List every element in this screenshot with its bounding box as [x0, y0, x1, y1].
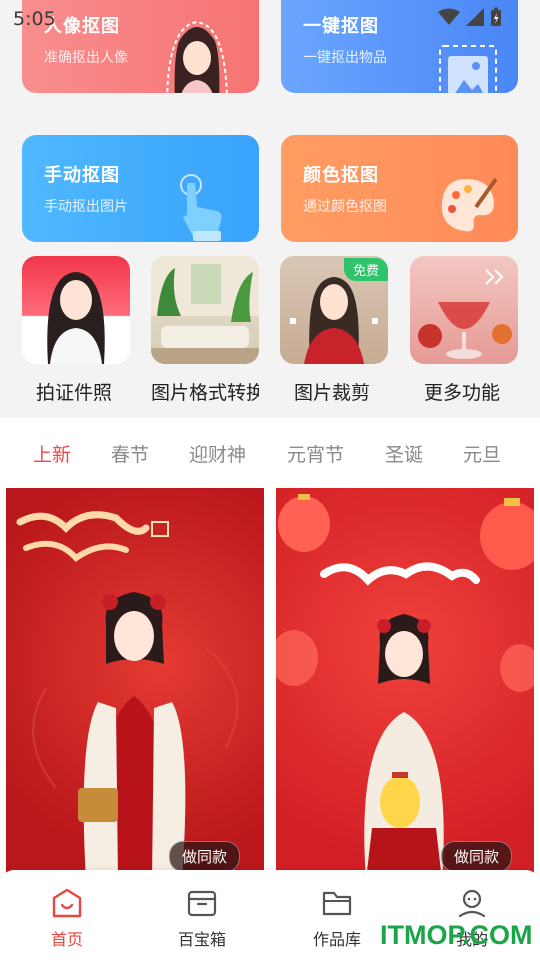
tab-spring-festival[interactable]: 春节 — [111, 440, 149, 467]
hand-pointer-icon — [180, 174, 222, 241]
card-manual-cutout[interactable]: 手动抠图 手动抠出图片 — [22, 135, 259, 242]
portrait-image — [47, 272, 105, 364]
status-time: 5:05 — [13, 8, 56, 30]
feature-label: 图片格式转换 — [151, 382, 259, 404]
battery-icon — [491, 7, 501, 26]
watermark: ITMOP.COM — [380, 920, 533, 950]
card-color-cutout[interactable]: 颜色抠图 通过颜色抠图 — [281, 135, 518, 242]
toolbox-icon — [162, 886, 242, 920]
folder-icon — [297, 886, 377, 920]
tab-new-year[interactable]: 元旦 — [463, 440, 501, 467]
nav-label: 作品库 — [312, 930, 361, 949]
room-image — [151, 256, 259, 364]
feature-crop[interactable]: 免费 图片裁剪 — [280, 256, 388, 404]
wifi-icon — [438, 8, 460, 25]
feature-label: 拍证件照 — [36, 382, 113, 404]
make-same-button[interactable]: 做同款 — [168, 841, 240, 872]
id-photo-thumbnail — [22, 256, 130, 364]
format-convert-thumbnail — [151, 256, 259, 364]
template-card[interactable]: 做同款 — [276, 488, 534, 880]
card-subtitle: 一键抠出物品 — [303, 50, 387, 66]
chevron-right-icon — [485, 269, 504, 285]
profile-icon — [432, 886, 512, 920]
feature-label: 图片裁剪 — [294, 382, 371, 404]
tab-lantern-festival[interactable]: 元宵节 — [287, 440, 344, 467]
crop-thumbnail: 免费 — [280, 256, 388, 364]
feature-id-photo[interactable]: 拍证件照 — [22, 256, 130, 404]
make-same-button[interactable]: 做同款 — [440, 841, 512, 872]
card-subtitle: 通过颜色抠图 — [303, 199, 387, 215]
feature-label: 更多功能 — [424, 382, 501, 404]
nav-works[interactable]: 作品库 — [297, 886, 377, 950]
feature-more[interactable]: 更多功能 — [410, 256, 518, 404]
image-cutout-icon — [439, 45, 497, 93]
template-image — [16, 511, 239, 880]
tab-new[interactable]: 上新 — [33, 440, 71, 467]
status-icons — [438, 7, 502, 27]
template-card[interactable]: 做同款 — [6, 488, 264, 880]
tab-fortune-god[interactable]: 迎财神 — [189, 440, 246, 467]
status-bar: 5:05 — [0, 0, 540, 36]
category-tabs: 上新 春节 迎财神 元宵节 圣诞 元旦 — [0, 440, 540, 470]
tab-christmas[interactable]: 圣诞 — [385, 440, 423, 467]
nav-label: 百宝箱 — [177, 930, 226, 949]
card-title: 颜色抠图 — [303, 165, 379, 186]
home-icon — [27, 886, 107, 920]
signal-icon — [466, 8, 484, 26]
app-screen: 5:05 人像抠图 准确抠出人像 一键抠图 一键抠出物品 手动抠图 手动抠出图片… — [0, 0, 540, 960]
feature-format-convert[interactable]: 图片格式转换 — [151, 256, 259, 404]
card-subtitle: 手动抠出图片 — [44, 199, 128, 215]
nav-home[interactable]: 首页 — [27, 886, 107, 950]
card-subtitle: 准确抠出人像 — [44, 50, 128, 66]
palette-icon — [441, 177, 498, 232]
card-title: 手动抠图 — [44, 165, 120, 186]
nav-toolbox[interactable]: 百宝箱 — [162, 886, 242, 950]
more-thumbnail — [410, 256, 518, 364]
free-badge: 免费 — [343, 258, 388, 281]
nav-label: 首页 — [50, 930, 83, 949]
template-image — [276, 494, 534, 880]
